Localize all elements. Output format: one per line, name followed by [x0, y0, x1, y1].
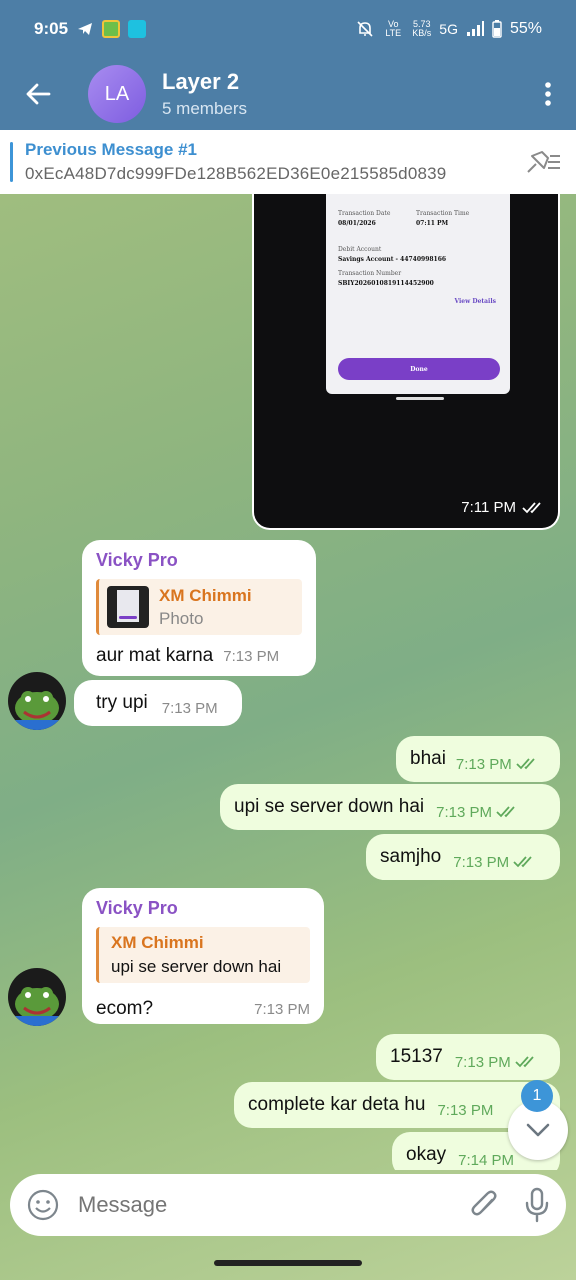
reply-preview[interactable]: XM Chimmi upi se server down hai	[96, 927, 310, 983]
battery-icon	[492, 20, 502, 38]
message-time: 7:13 PM	[161, 699, 218, 717]
incoming-message[interactable]: try upi 7:13 PM	[74, 680, 242, 726]
outgoing-message[interactable]: bhai 7:13 PM	[396, 736, 560, 782]
net-speed: 5.73 KB/s	[412, 19, 432, 38]
app-notification-icon	[102, 20, 121, 38]
chat-header: LA Layer 2 5 members	[0, 58, 576, 130]
message-time: 7:13 PM	[455, 1054, 537, 1071]
mute-icon	[357, 21, 373, 37]
avatar[interactable]	[8, 672, 66, 730]
double-check-icon	[522, 501, 541, 513]
back-button[interactable]	[0, 58, 76, 130]
avatar[interactable]	[8, 968, 66, 1026]
pin-list-icon[interactable]	[524, 146, 562, 178]
message-time: 7:13 PM	[436, 804, 518, 821]
photo-message[interactable]: Transaction Date 08/01/2026 Transaction …	[252, 194, 560, 530]
chat-title-block[interactable]: Layer 2 5 members	[162, 69, 247, 119]
status-time: 9:05	[34, 19, 69, 38]
signal-icon	[466, 21, 484, 36]
message-time: 7:13 PM	[453, 854, 535, 871]
volte-indicator: Vo LTE	[385, 19, 402, 38]
frog-avatar-icon	[8, 987, 66, 1026]
double-check-icon	[515, 1056, 534, 1068]
status-bar: 9:05 Vo LTE 5.73 KB/s 5G 55%	[0, 0, 576, 58]
message-list[interactable]: Transaction Date 08/01/2026 Transaction …	[0, 194, 576, 1170]
message-text: samjho	[380, 846, 442, 867]
message-text: ecom?	[96, 998, 154, 1019]
reply-thumbnail	[107, 586, 149, 628]
chat-title: Layer 2	[162, 69, 240, 94]
message-time: 7:13 PM	[223, 648, 280, 665]
telegram-notification-icon	[78, 23, 93, 35]
message-text: okay	[406, 1144, 447, 1165]
sender-name: Vicky Pro	[96, 898, 178, 918]
member-count: 5 members	[162, 99, 248, 118]
app-notification-icon-2	[128, 20, 147, 38]
chevron-down-icon	[526, 1123, 550, 1137]
arrow-left-icon	[26, 83, 51, 105]
battery-level: 55%	[509, 20, 542, 37]
reply-sender: XM Chimmi	[111, 933, 204, 952]
message-text: bhai	[410, 748, 446, 769]
message-text: try upi	[96, 692, 148, 713]
message-composer	[10, 1174, 566, 1236]
message-time: 7:14 PM	[458, 1151, 515, 1169]
gesture-nav-handle[interactable]	[214, 1260, 362, 1266]
sender-name: Vicky Pro	[96, 550, 178, 570]
pinned-message-bar[interactable]: Previous Message #1 0xEcA48D7dc999FDe128…	[0, 130, 576, 194]
network-type: 5G	[439, 21, 458, 37]
double-check-icon	[496, 806, 515, 818]
message-time: 7:13 PM	[437, 1101, 494, 1119]
outgoing-message[interactable]: upi se server down hai 7:13 PM	[220, 784, 560, 830]
double-check-icon	[513, 856, 532, 868]
pinned-title: Previous Message #1	[25, 140, 197, 159]
paperclip-icon[interactable]	[470, 1188, 500, 1222]
incoming-message[interactable]: Vicky Pro XM Chimmi Photo aur mat karna …	[82, 540, 316, 676]
frog-avatar-icon	[8, 691, 66, 730]
pinned-body: 0xEcA48D7dc999FDe128B562ED36E0e215585d08…	[25, 164, 447, 183]
more-vertical-icon	[545, 82, 551, 106]
message-time: 7:13 PM	[456, 756, 538, 773]
scroll-to-bottom-button[interactable]: 1	[508, 1080, 568, 1160]
microphone-icon[interactable]	[524, 1187, 550, 1223]
message-input[interactable]	[78, 1192, 438, 1218]
unread-badge: 1	[521, 1080, 553, 1112]
reply-text: Photo	[159, 608, 204, 628]
double-check-icon	[516, 758, 535, 770]
reply-preview[interactable]: XM Chimmi Photo	[96, 579, 302, 635]
message-text: upi se server down hai	[234, 796, 425, 817]
more-menu-button[interactable]	[520, 58, 576, 130]
message-time: 7:13 PM	[254, 1001, 310, 1018]
incoming-message[interactable]: Vicky Pro XM Chimmi upi se server down h…	[82, 888, 324, 1024]
emoji-icon[interactable]	[26, 1188, 60, 1222]
group-avatar[interactable]: LA	[88, 65, 146, 123]
photo-timestamp: 7:11 PM	[461, 499, 544, 516]
reply-sender: XM Chimmi	[159, 585, 252, 605]
pinned-indicator	[10, 142, 13, 182]
outgoing-message[interactable]: samjho 7:13 PM	[366, 834, 560, 880]
message-text: complete kar deta hu	[248, 1094, 426, 1115]
receipt-photo: Transaction Date 08/01/2026 Transaction …	[326, 194, 510, 400]
message-text: aur mat karna	[96, 645, 214, 666]
outgoing-message[interactable]: 15137 7:13 PM	[376, 1034, 560, 1080]
reply-text: upi se server down hai	[111, 957, 282, 976]
message-text: 15137	[390, 1046, 443, 1067]
